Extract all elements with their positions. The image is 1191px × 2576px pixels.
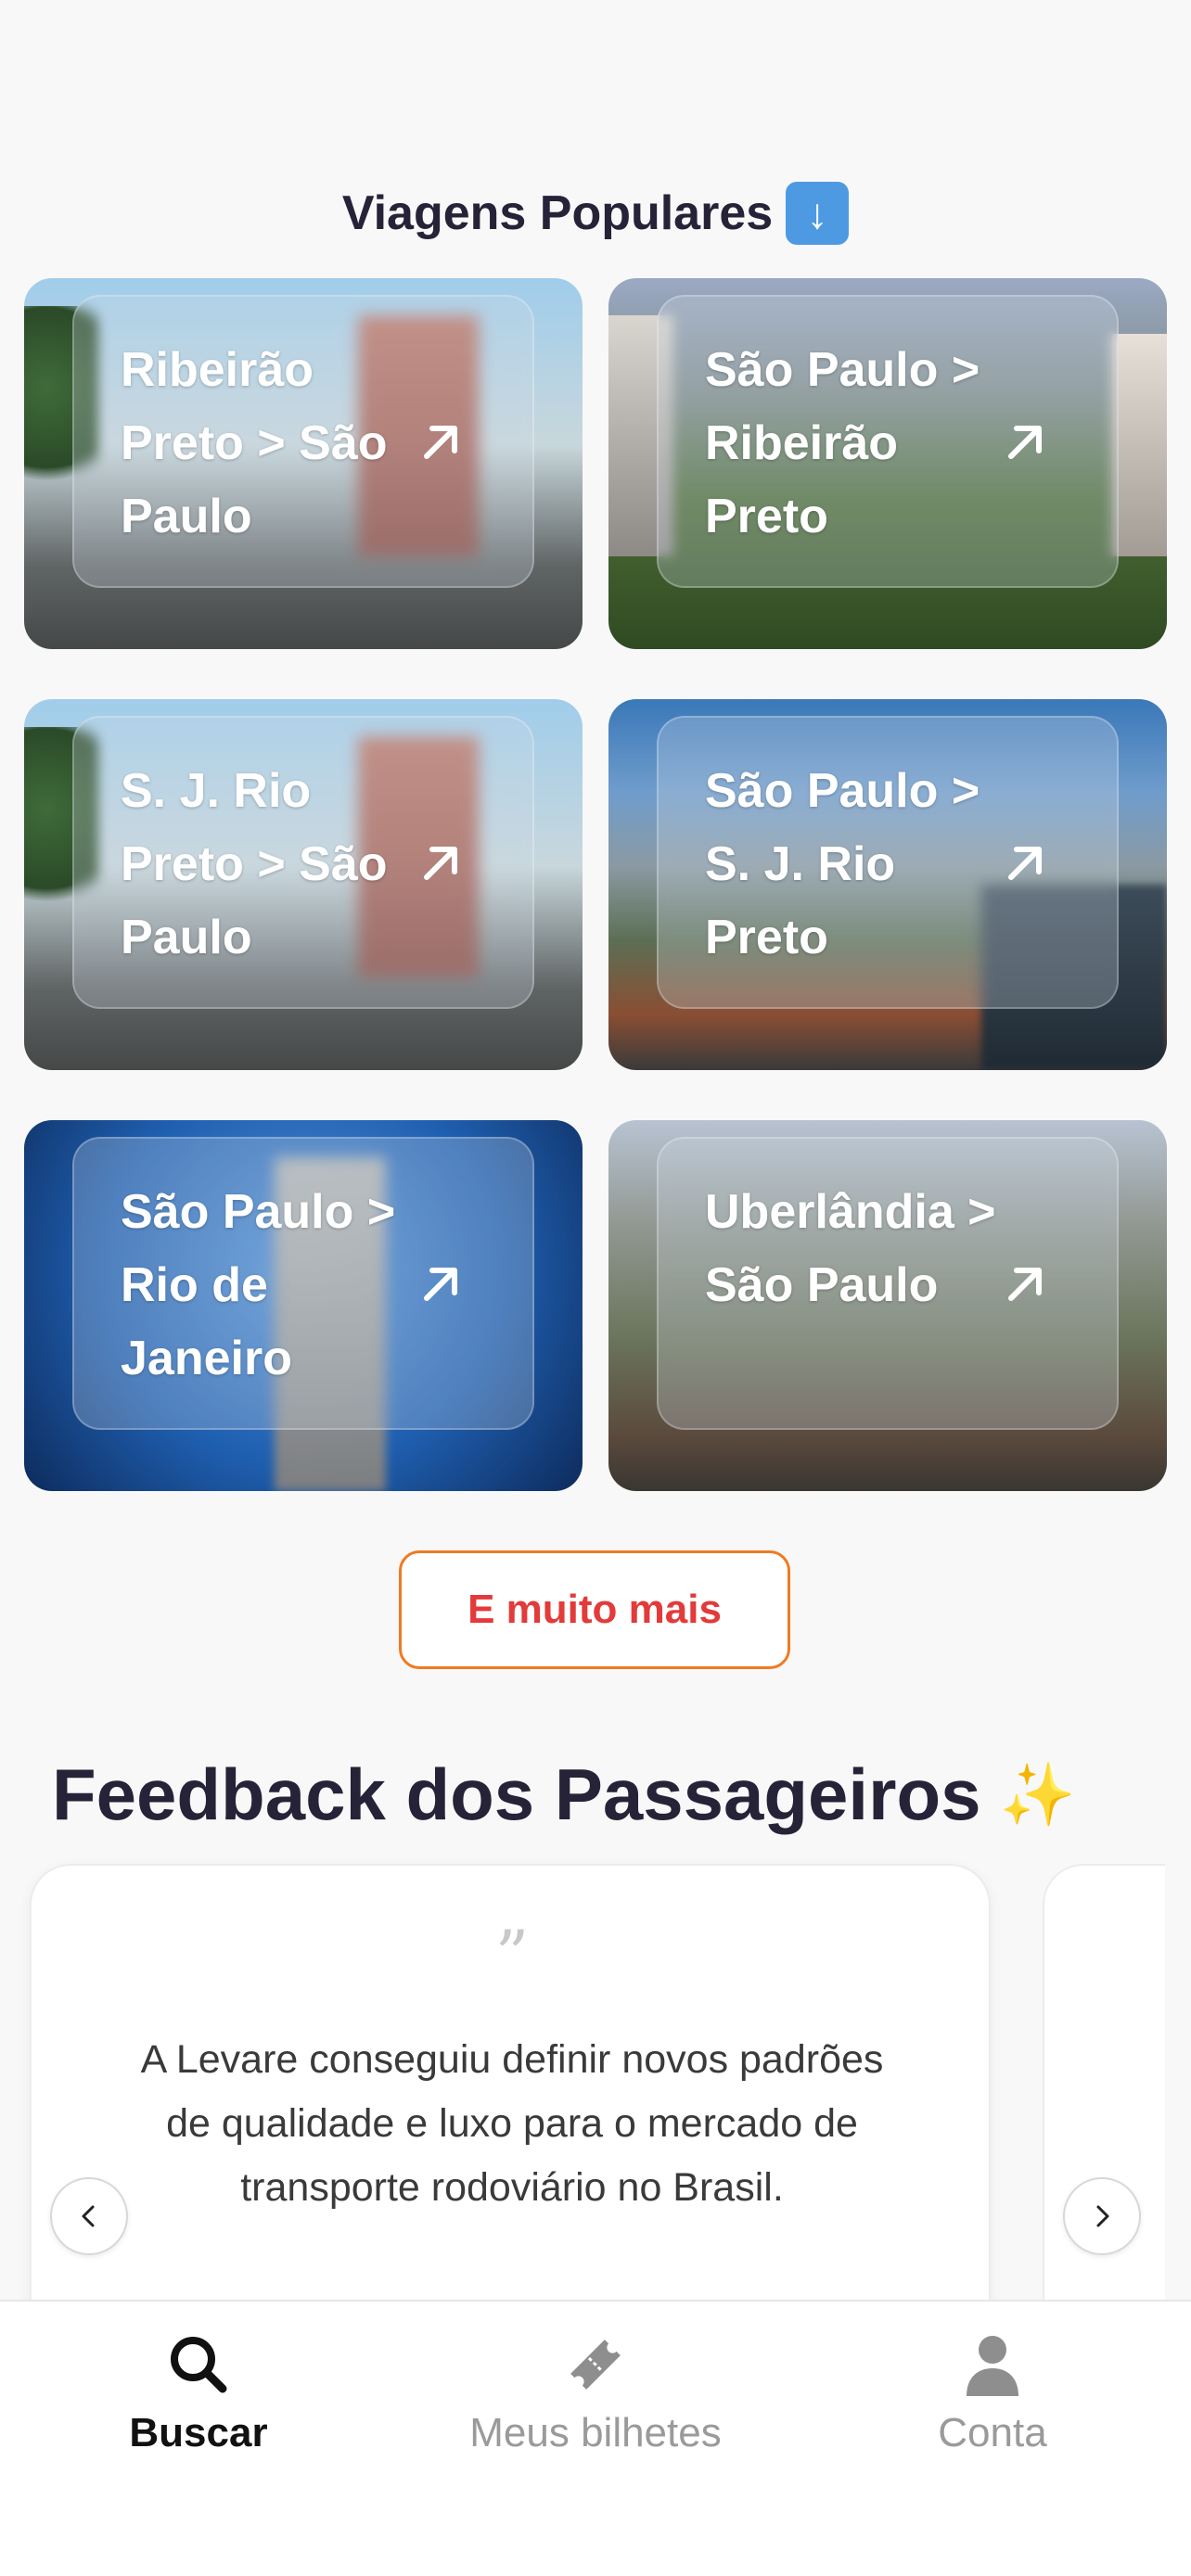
carousel-edge: [1165, 1845, 1191, 2365]
route-card-label: São Paulo > S. J. Rio Preto: [705, 764, 980, 964]
route-card-label: S. J. Rio Preto > São Paulo: [121, 764, 388, 964]
feedback-card: ” A Levare conseguiu definir novos padrõ…: [30, 1864, 991, 2346]
route-card[interactable]: São Paulo > Ribeirão Preto: [608, 278, 1167, 649]
tab-conta-label: Conta: [938, 2410, 1047, 2455]
page: Viagens Populares ↓ Ribeirão Preto > São…: [0, 0, 1191, 2576]
quote-mark-icon: ”: [494, 1916, 530, 1994]
route-card[interactable]: S. J. Rio Preto > São Paulo: [24, 699, 583, 1070]
tab-buscar-label: Buscar: [129, 2410, 268, 2455]
route-card[interactable]: Ribeirão Preto > São Paulo: [24, 278, 583, 649]
arrow-up-right-icon: [1008, 847, 1042, 880]
more-routes-button[interactable]: E muito mais: [399, 1550, 790, 1669]
carousel-next-button[interactable]: [1063, 2177, 1141, 2255]
route-card-label: São Paulo > Rio de Janeiro: [121, 1185, 396, 1385]
popular-trips-title: Viagens Populares ↓: [0, 182, 1191, 245]
arrow-up-right-icon: [1008, 1268, 1042, 1301]
feedback-quote: A Levare conseguiu definir novos padrões…: [140, 2037, 884, 2210]
carousel-prev-button[interactable]: [50, 2177, 128, 2255]
user-icon: [967, 2336, 1018, 2396]
route-card-label: Ribeirão Preto > São Paulo: [121, 343, 388, 543]
sparkles-icon: ✨: [999, 1759, 1076, 1829]
route-card[interactable]: São Paulo > S. J. Rio Preto: [608, 699, 1167, 1070]
tab-meus-bilhetes-label: Meus bilhetes: [469, 2410, 722, 2455]
tab-buscar[interactable]: Buscar: [59, 2327, 338, 2456]
arrow-up-right-icon: [1008, 426, 1042, 459]
route-card[interactable]: Uberlândia > São Paulo: [608, 1120, 1167, 1491]
feedback-title-text: Feedback dos Passageiros: [52, 1753, 981, 1835]
ticket-icon: [570, 2340, 621, 2390]
down-arrow-icon: ↓: [786, 182, 850, 245]
search-icon: [171, 2337, 227, 2393]
tab-conta[interactable]: Conta: [853, 2327, 1132, 2456]
arrow-up-right-icon: [424, 426, 457, 459]
arrow-up-right-icon: [424, 1268, 457, 1301]
route-card-label: Uberlândia > São Paulo: [705, 1185, 996, 1312]
arrow-up-right-icon: [424, 847, 457, 880]
feedback-title: Feedback dos Passageiros ✨: [52, 1753, 1076, 1837]
popular-trips-title-text: Viagens Populares: [341, 186, 774, 240]
route-card[interactable]: São Paulo > Rio de Janeiro: [24, 1120, 583, 1491]
tab-meus-bilhetes[interactable]: Meus bilhetes: [456, 2327, 735, 2456]
chevron-right-icon: [1096, 2205, 1109, 2227]
chevron-left-icon: [82, 2205, 95, 2227]
route-card-label: São Paulo > Ribeirão Preto: [705, 343, 980, 543]
bottom-navigation: Buscar Meus bilhetes Conta: [0, 2300, 1191, 2576]
